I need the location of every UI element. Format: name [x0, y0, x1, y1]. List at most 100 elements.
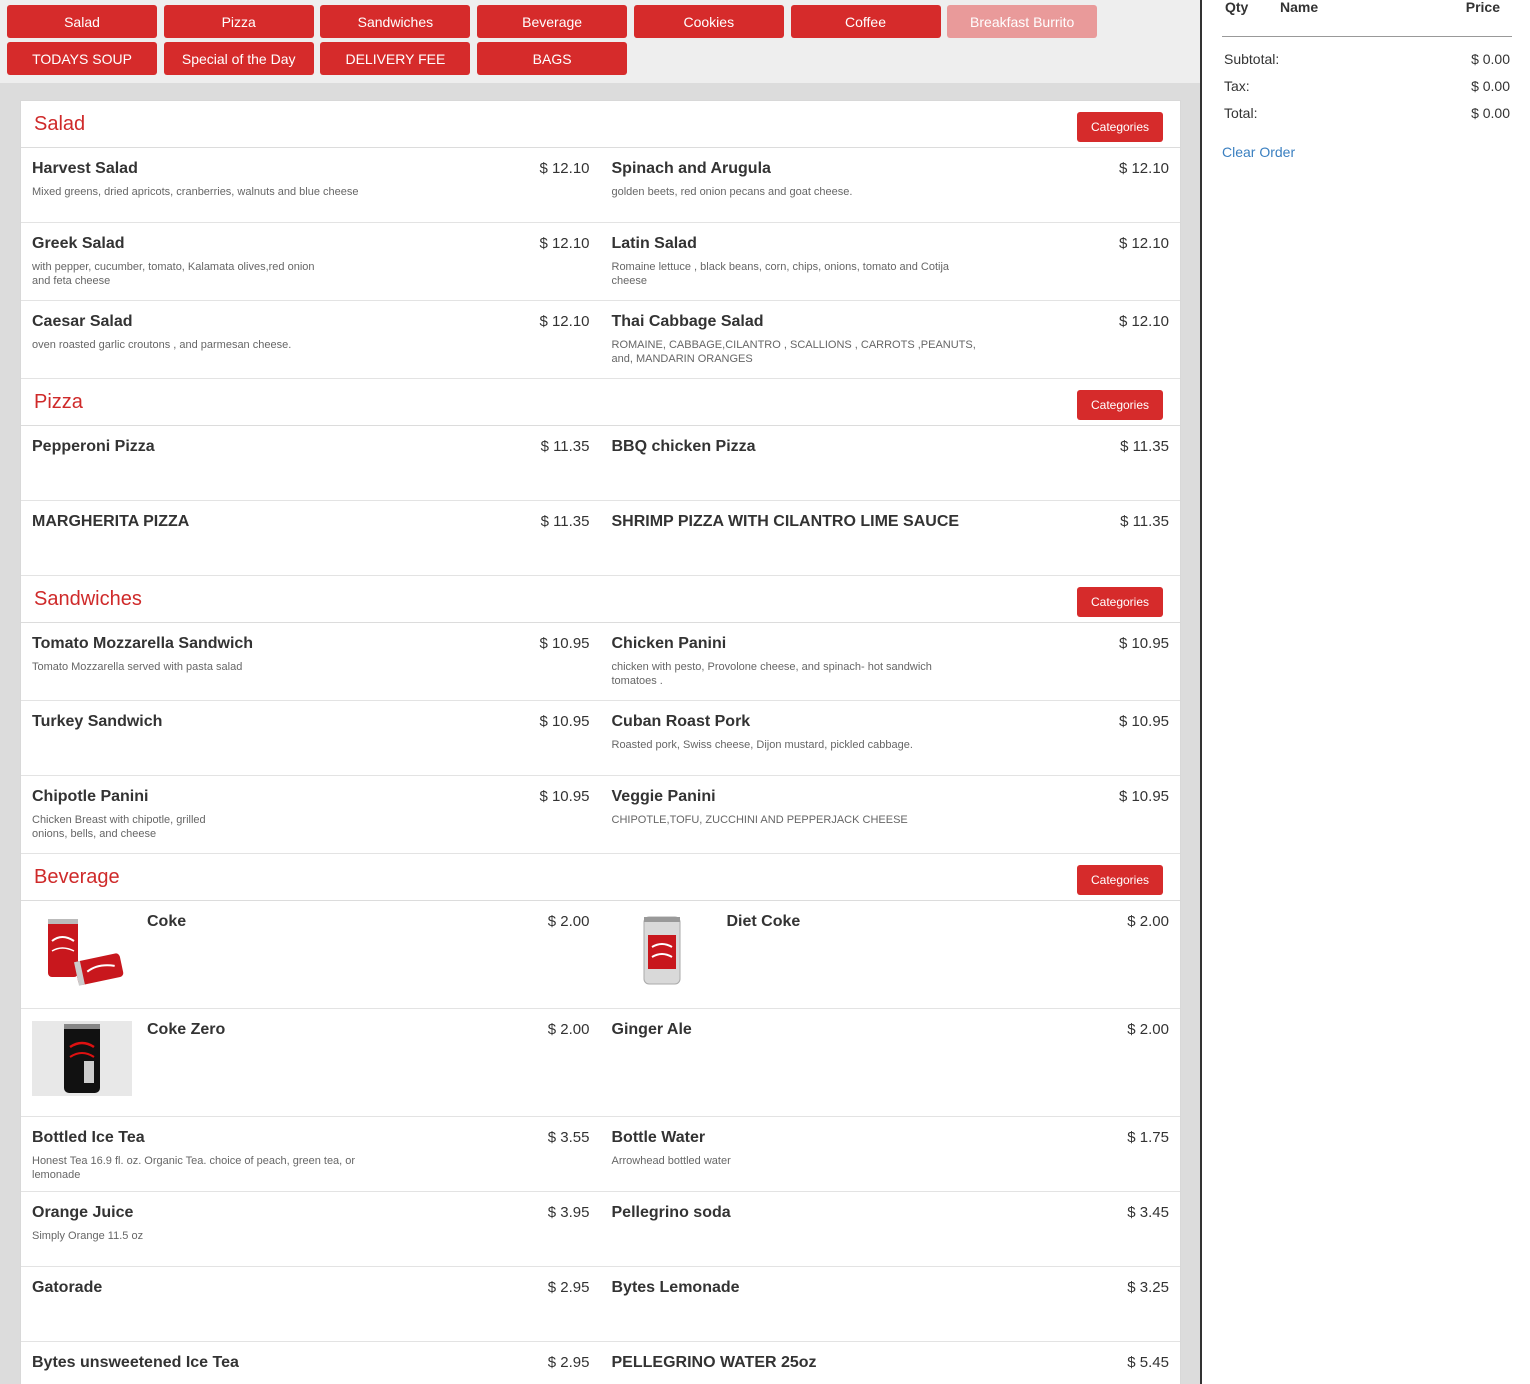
category-button-sandwiches[interactable]: Sandwiches	[320, 5, 471, 38]
menu-item-gatorade[interactable]: Gatorade $ 2.95	[21, 1267, 601, 1341]
menu-item-veggie-panini[interactable]: Veggie Panini $ 10.95 CHIPOTLE,TOFU, ZUCCH…	[601, 776, 1181, 853]
menu-item-greek-salad[interactable]: Greek Salad $ 12.10 with pepper, cucumber,…	[21, 223, 601, 300]
item-price: $ 2.95	[547, 1279, 590, 1296]
subtotal-label: Subtotal:	[1224, 51, 1280, 67]
category-button-pizza[interactable]: Pizza	[163, 5, 314, 38]
item-name: Chipotle Panini	[32, 788, 149, 805]
item-name: Bottle Water	[611, 1129, 706, 1146]
item-name: MARGHERITA PIZZA	[32, 513, 190, 530]
order-table-header: Qty Name Price	[1222, 0, 1512, 37]
item-price: $ 12.10	[539, 160, 590, 177]
menu-item-spinach-and-arugula[interactable]: Spinach and Arugula $ 12.10 golden beets, …	[601, 148, 1181, 222]
item-price: $ 3.95	[547, 1204, 590, 1221]
menu-item-shrimp-pizza-with-cilantro-lime-sauce[interactable]: SHRIMP PIZZA WITH CILANTRO LIME SAUCE $ 1…	[601, 501, 1181, 575]
qty-column-header: Qty	[1225, 0, 1249, 15]
item-price: $ 11.35	[1120, 513, 1169, 530]
categories-button[interactable]: Categories	[1077, 587, 1163, 617]
item-description: Simply Orange 11.5 oz	[32, 1230, 144, 1242]
menu-item-tomato-mozzarella-sandwich[interactable]: Tomato Mozzarella Sandwich $ 10.95 Tomato …	[21, 623, 601, 700]
item-price: $ 12.10	[1118, 313, 1169, 330]
menu-item-cuban-roast-pork[interactable]: Cuban Roast Pork $ 10.95 Roasted pork, Swi…	[601, 701, 1181, 775]
menu-item-ginger-ale[interactable]: Ginger Ale $ 2.00	[601, 1009, 1181, 1116]
total-row: Total: $ 0.00	[1224, 105, 1510, 121]
categories-button[interactable]: Categories	[1077, 112, 1163, 142]
menu-item-bytes-unsweetened-ice-tea[interactable]: Bytes unsweetened Ice Tea $ 2.95	[21, 1342, 601, 1384]
item-description: with pepper, cucumber, tomato, Kalamata …	[32, 261, 315, 287]
item-description: Honest Tea 16.9 fl. oz. Organic Tea. cho…	[32, 1155, 356, 1181]
item-price: $ 12.10	[539, 235, 590, 252]
category-button-todays-soup[interactable]: TODAYS SOUP	[7, 42, 157, 75]
category-button-beverage[interactable]: Beverage	[477, 5, 628, 38]
menu-item-latin-salad[interactable]: Latin Salad $ 12.10 Romaine lettuce , blac…	[601, 223, 1181, 300]
menu-row: Chipotle Panini $ 10.95 Chicken Breast wit…	[21, 776, 1180, 854]
item-description: Roasted pork, Swiss cheese, Dijon mustar…	[611, 739, 913, 751]
menu-item-turkey-sandwich[interactable]: Turkey Sandwich $ 10.95	[21, 701, 601, 775]
menu-item-pellegrino-water-25oz[interactable]: PELLEGRINO WATER 25oz $ 5.45	[601, 1342, 1181, 1384]
item-price: $ 10.95	[1118, 713, 1169, 730]
menu-row: Orange Juice $ 3.95 Simply Orange 11.5 oz P…	[21, 1192, 1180, 1267]
section-title: Sandwiches	[34, 588, 142, 610]
item-description: oven roasted garlic croutons , and parme…	[32, 339, 292, 351]
menu-item-coke-zero[interactable]: Coke Zero $ 2.00	[21, 1009, 601, 1116]
menu-item-bottled-ice-tea[interactable]: Bottled Ice Tea $ 3.55 Honest Tea 16.9 fl.…	[21, 1117, 601, 1191]
item-price: $ 3.55	[547, 1129, 590, 1146]
coke-zero-can-image	[32, 1021, 132, 1096]
item-price: $ 10.95	[539, 635, 590, 652]
item-name: Coke Zero	[147, 1021, 226, 1038]
item-description: chicken with pesto, Provolone cheese, an…	[611, 661, 932, 687]
category-button-salad[interactable]: Salad	[7, 5, 157, 38]
menu-item-caesar-salad[interactable]: Caesar Salad $ 12.10 oven roasted garlic c…	[21, 301, 601, 378]
menu-item-chicken-panini[interactable]: Chicken Panini $ 10.95 chicken with pesto,…	[601, 623, 1181, 700]
item-name: Caesar Salad	[32, 313, 133, 330]
order-panel: Qty Name Price Subtotal: $ 0.00 Tax: $ 0…	[1200, 0, 1530, 1384]
menu-item-bbq-chicken-pizza[interactable]: BBQ chicken Pizza $ 11.35	[601, 426, 1181, 500]
section-title: Salad	[34, 113, 86, 135]
item-name: Harvest Salad	[32, 160, 138, 177]
category-button-cookies[interactable]: Cookies	[633, 5, 784, 38]
menu-item-bytes-lemonade[interactable]: Bytes Lemonade $ 3.25	[601, 1267, 1181, 1341]
menu-item-orange-juice[interactable]: Orange Juice $ 3.95 Simply Orange 11.5 oz	[21, 1192, 601, 1266]
item-name: Bottled Ice Tea	[32, 1129, 145, 1146]
item-name: Greek Salad	[32, 235, 125, 252]
price-column-header: Price	[1465, 0, 1500, 15]
item-name: Veggie Panini	[611, 788, 716, 805]
menu-item-diet-coke[interactable]: Diet Coke $ 2.00	[601, 901, 1181, 1008]
section-header-pizza: Pizza Categories	[21, 379, 1180, 426]
item-price: $ 11.35	[540, 513, 590, 530]
item-name: Latin Salad	[611, 235, 697, 252]
category-button-delivery-fee[interactable]: DELIVERY FEE	[320, 42, 471, 75]
clear-order-link[interactable]: Clear Order	[1222, 144, 1295, 160]
item-description: Arrowhead bottled water	[611, 1155, 731, 1167]
item-name: PELLEGRINO WATER 25oz	[611, 1354, 817, 1371]
tax-label: Tax:	[1224, 78, 1250, 94]
diet-coke-can-image	[612, 913, 712, 988]
item-name: SHRIMP PIZZA WITH CILANTRO LIME SAUCE	[611, 513, 960, 530]
menu-item-thai-cabbage-salad[interactable]: Thai Cabbage Salad $ 12.10 ROMAINE, CABBAG…	[601, 301, 1181, 378]
menu-item-harvest-salad[interactable]: Harvest Salad $ 12.10 Mixed greens, dried …	[21, 148, 601, 222]
menu-panel: Salad Pizza Sandwiches Beverage Cookies Coffe…	[0, 0, 1200, 1384]
tax-row: Tax: $ 0.00	[1224, 78, 1510, 94]
section-title: Beverage	[34, 866, 120, 888]
menu-item-margherita-pizza[interactable]: MARGHERITA PIZZA $ 11.35	[21, 501, 601, 575]
menu-item-bottle-water[interactable]: Bottle Water $ 1.75 Arrowhead bottled wate…	[601, 1117, 1181, 1191]
item-name: Gatorade	[32, 1279, 103, 1296]
menu-row: Harvest Salad $ 12.10 Mixed greens, dried …	[21, 148, 1180, 223]
item-price: $ 12.10	[1118, 235, 1169, 252]
category-button-coffee[interactable]: Coffee	[790, 5, 941, 38]
item-name: Diet Coke	[726, 913, 801, 930]
categories-button[interactable]: Categories	[1077, 390, 1163, 420]
menu-item-pellegrino-soda[interactable]: Pellegrino soda $ 3.45	[601, 1192, 1181, 1266]
category-button-special-of-the-day[interactable]: Special of the Day	[163, 42, 314, 75]
menu-item-chipotle-panini[interactable]: Chipotle Panini $ 10.95 Chicken Breast wit…	[21, 776, 601, 853]
category-button-breakfast-burrito[interactable]: Breakfast Burrito	[947, 5, 1098, 38]
menu-item-coke[interactable]: Coke $ 2.00	[21, 901, 601, 1008]
menu-row: Coke Zero $ 2.00 Ginger Ale $ 2.00	[21, 1009, 1180, 1117]
category-button-bags[interactable]: BAGS	[477, 42, 628, 75]
section-title: Pizza	[34, 391, 83, 413]
menu-row: Greek Salad $ 12.10 with pepper, cucumber,…	[21, 223, 1180, 301]
menu-item-pepperoni-pizza[interactable]: Pepperoni Pizza $ 11.35	[21, 426, 601, 500]
item-price: $ 2.00	[547, 913, 590, 930]
item-name: Ginger Ale	[611, 1021, 692, 1038]
categories-button[interactable]: Categories	[1077, 865, 1163, 895]
item-price: $ 12.10	[1118, 160, 1169, 177]
